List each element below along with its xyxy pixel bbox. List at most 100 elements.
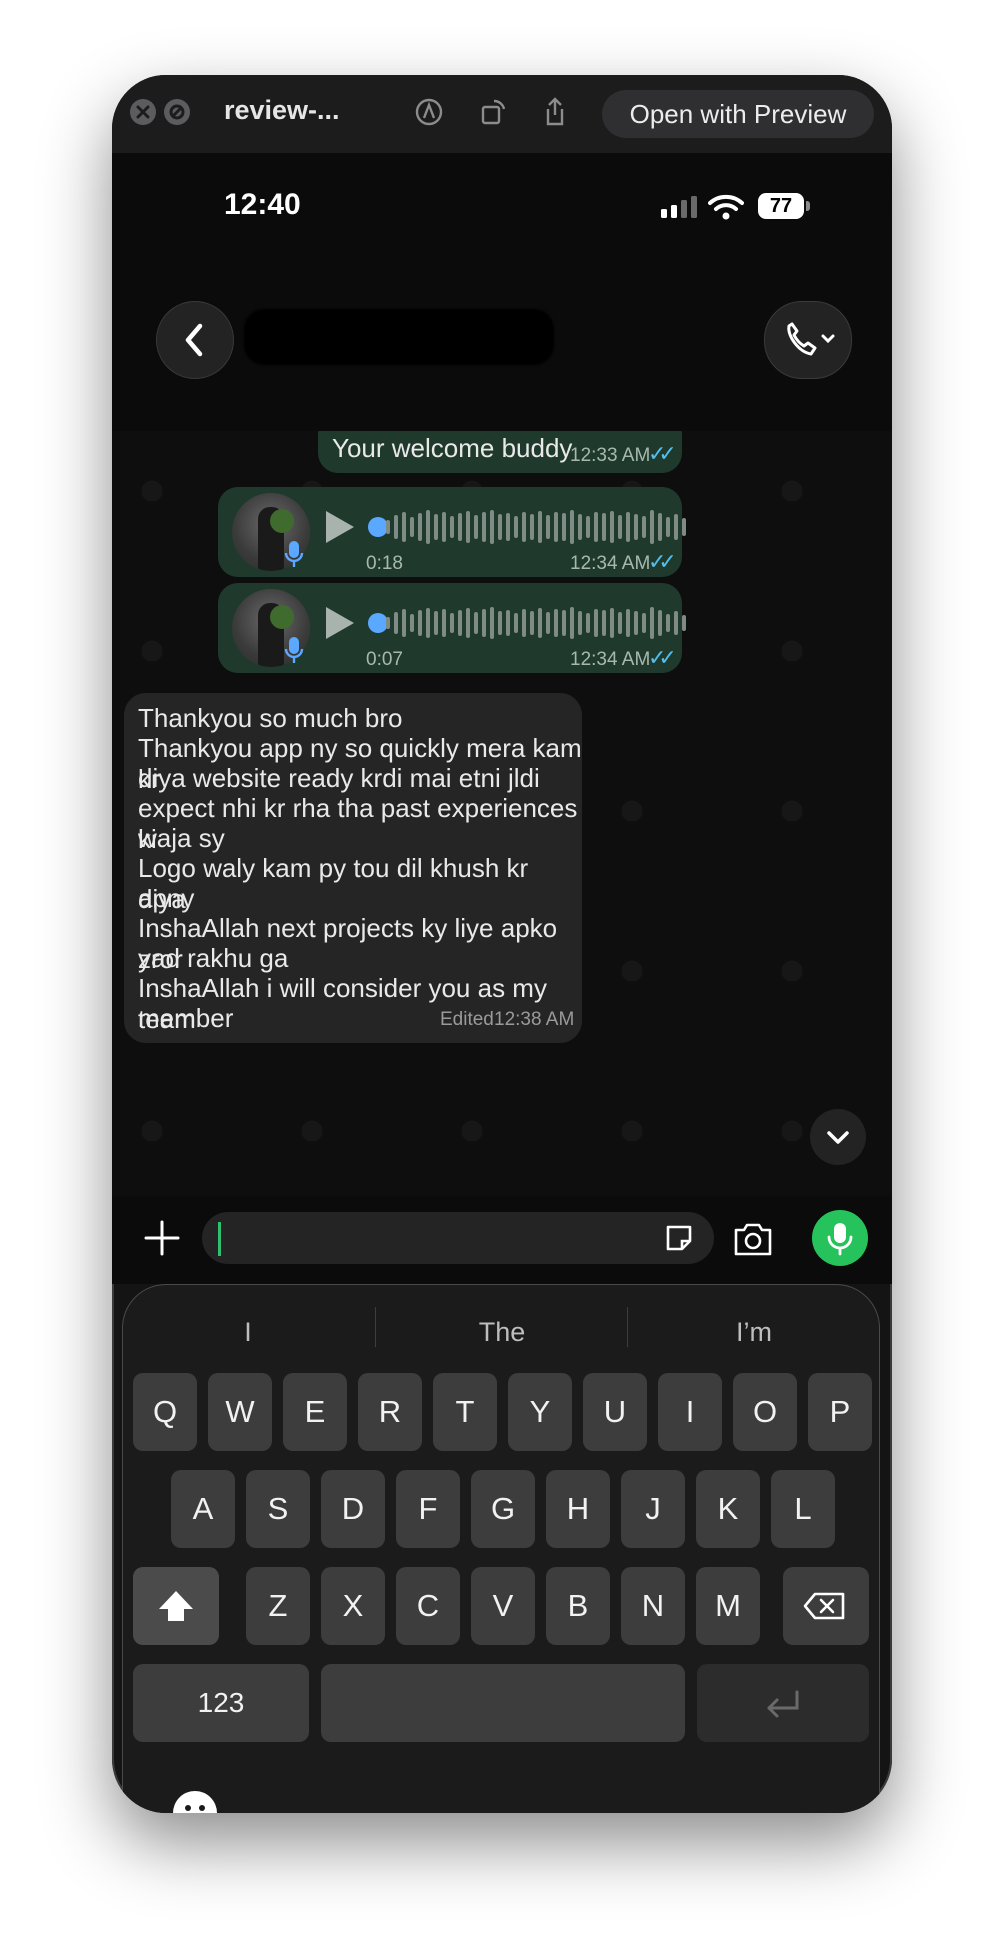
chevron-down-icon (827, 1131, 849, 1144)
back-button[interactable] (156, 301, 234, 379)
suggestion-1[interactable]: I (123, 1317, 373, 1348)
close-icon[interactable] (130, 99, 156, 125)
title-bar: review-... Open with Preview (112, 75, 892, 153)
key-i[interactable]: I (658, 1373, 722, 1451)
message-time: 12:33 AM (570, 445, 651, 466)
suggestion-2[interactable]: The (377, 1317, 627, 1348)
key-g[interactable]: G (471, 1470, 535, 1548)
status-time: 12:40 (224, 188, 301, 221)
mic-icon (827, 1223, 853, 1256)
numbers-key[interactable]: 123 (133, 1664, 309, 1742)
message-line: diya website ready krdi mai etni jldi (138, 763, 540, 793)
key-s[interactable]: S (246, 1470, 310, 1548)
playhead[interactable] (368, 517, 388, 537)
key-j[interactable]: J (621, 1470, 685, 1548)
chat-header (112, 263, 892, 431)
key-p[interactable]: P (808, 1373, 872, 1451)
message-line: Logo waly kam py tou dil khush kr diya (138, 853, 529, 914)
open-with-preview-button[interactable]: Open with Preview (602, 90, 874, 138)
message-line: member (138, 1003, 234, 1033)
message-line: waja sy (138, 823, 225, 853)
message-time: 12:34 AM (570, 649, 651, 670)
message-line: apny (138, 883, 195, 913)
key-w[interactable]: W (208, 1373, 272, 1451)
voice-duration: 0:07 (366, 649, 403, 670)
key-u[interactable]: U (583, 1373, 647, 1451)
key-o[interactable]: O (733, 1373, 797, 1451)
read-ticks-icon: ✓✓ (648, 441, 677, 466)
key-v[interactable]: V (471, 1567, 535, 1645)
plus-icon[interactable] (142, 1218, 182, 1258)
cellular-signal-icon (661, 196, 697, 218)
divider (375, 1307, 376, 1347)
mic-icon (284, 541, 304, 567)
key-n[interactable]: N (621, 1567, 685, 1645)
edited-label: Edited (440, 1009, 494, 1030)
scroll-down-button[interactable] (810, 1109, 866, 1165)
message-line: Thankyou so much bro (138, 703, 403, 733)
outgoing-message[interactable]: Your welcome buddy 12:33 AM ✓✓ (318, 431, 682, 473)
camera-icon[interactable] (732, 1220, 774, 1258)
key-e[interactable]: E (283, 1373, 347, 1451)
voice-duration: 0:18 (366, 553, 403, 574)
sticker-icon[interactable] (662, 1221, 696, 1255)
markup-pen-icon[interactable] (412, 95, 446, 129)
key-l[interactable]: L (771, 1470, 835, 1548)
key-a[interactable]: A (171, 1470, 235, 1548)
battery-indicator: 77 (758, 193, 810, 219)
chat-area[interactable]: Your welcome buddy 12:33 AM ✓✓ 0:18 12:3… (112, 431, 892, 1196)
window-title: review-... (224, 95, 340, 125)
key-t[interactable]: T (433, 1373, 497, 1451)
waveform[interactable] (386, 603, 686, 643)
preview-window: review-... Open with Preview 12:40 77 Yo… (112, 75, 892, 1813)
return-icon (767, 1690, 799, 1718)
message-time: 12:34 AM (570, 553, 651, 574)
shift-icon (159, 1591, 193, 1621)
key-y[interactable]: Y (508, 1373, 572, 1451)
waveform[interactable] (386, 507, 686, 547)
message-input[interactable] (202, 1212, 714, 1264)
read-ticks-icon: ✓✓ (648, 549, 677, 574)
text-caret (218, 1222, 221, 1256)
key-r[interactable]: R (358, 1373, 422, 1451)
read-ticks-icon: ✓✓ (648, 645, 677, 670)
space-key[interactable] (321, 1664, 685, 1742)
key-k[interactable]: K (696, 1470, 760, 1548)
key-q[interactable]: Q (133, 1373, 197, 1451)
voice-message[interactable]: 0:07 12:34 AM ✓✓ (218, 583, 686, 673)
key-b[interactable]: B (546, 1567, 610, 1645)
shift-key[interactable] (133, 1567, 219, 1645)
emoji-icon[interactable] (171, 1789, 219, 1813)
key-x[interactable]: X (321, 1567, 385, 1645)
message-input-bar (112, 1196, 892, 1284)
play-icon[interactable] (326, 607, 354, 639)
key-f[interactable]: F (396, 1470, 460, 1548)
play-icon[interactable] (326, 511, 354, 543)
backspace-icon (803, 1592, 845, 1620)
message-time: 12:38 AM (494, 1009, 575, 1030)
voice-record-button[interactable] (812, 1210, 868, 1266)
suggestion-3[interactable]: I’m (629, 1317, 879, 1348)
chevron-left-icon (185, 323, 203, 357)
key-h[interactable]: H (546, 1470, 610, 1548)
phone-icon (787, 322, 835, 356)
key-d[interactable]: D (321, 1470, 385, 1548)
key-c[interactable]: C (396, 1567, 460, 1645)
call-button[interactable] (764, 301, 852, 379)
message-line: yad rakhu ga (138, 943, 289, 973)
rotate-icon[interactable] (476, 95, 510, 129)
redacted-contact-name (244, 309, 554, 365)
markup-disabled-icon[interactable] (164, 99, 190, 125)
key-m[interactable]: M (696, 1567, 760, 1645)
return-key[interactable] (697, 1664, 869, 1742)
divider (627, 1307, 628, 1347)
key-z[interactable]: Z (246, 1567, 310, 1645)
share-icon[interactable] (538, 95, 572, 129)
incoming-message[interactable]: Thankyou so much bro Thankyou app ny so … (124, 693, 582, 1043)
message-text: Your welcome buddy (332, 433, 573, 463)
mic-icon (284, 637, 304, 663)
playhead[interactable] (368, 613, 388, 633)
on-screen-keyboard: I The I’m Q W E R T Y U I O P A S D F G … (122, 1284, 880, 1813)
voice-message[interactable]: 0:18 12:34 AM ✓✓ (218, 487, 686, 577)
delete-key[interactable] (783, 1567, 869, 1645)
